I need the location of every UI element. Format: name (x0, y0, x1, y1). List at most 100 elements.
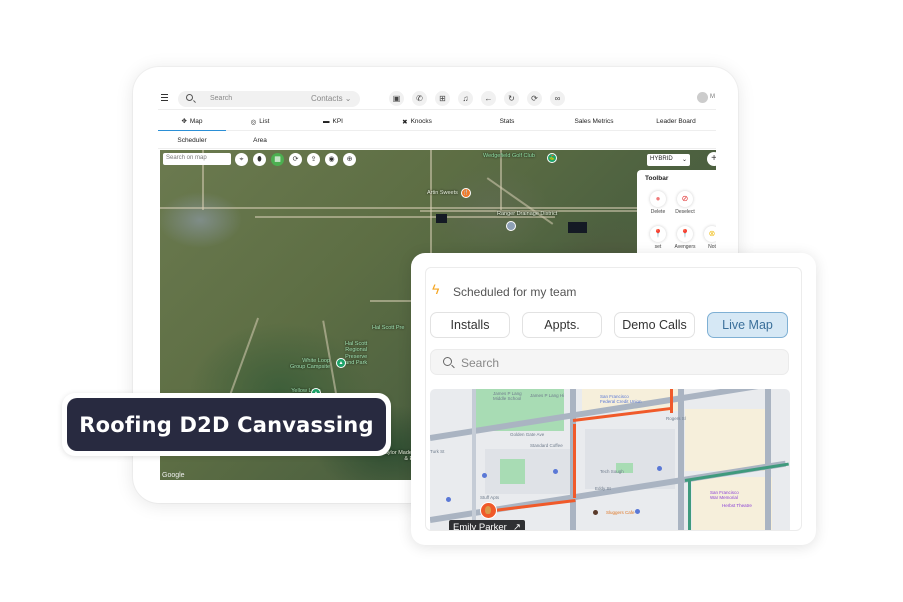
tab-label: Stats (499, 118, 515, 125)
scheduler-panel: ϟ Scheduled for my team Installs Appts. … (425, 267, 802, 531)
map-label: Rogers Sl (666, 416, 686, 421)
golf-poi-icon[interactable]: ⛳ (547, 153, 557, 163)
map-label: Eddy St (595, 486, 611, 491)
user-avatar[interactable] (697, 92, 708, 103)
map-label-white-loop: White Loop Group Campsite (290, 358, 331, 371)
bell-icon[interactable]: ♫ (458, 91, 473, 106)
map-label-golf-club: Wedgefield Golf Club (483, 153, 535, 159)
arrow-left-icon[interactable]: ← (481, 91, 496, 106)
map-type-value: HYBRID (650, 156, 673, 162)
button-label: Delete (650, 209, 666, 215)
set-pin-button[interactable]: 📍 set (647, 226, 669, 250)
subtab-scheduler[interactable]: Scheduler (158, 132, 226, 149)
chip-live-map[interactable]: Live Map (707, 312, 788, 338)
tab-kpi[interactable]: ▬ KPI (294, 112, 372, 131)
deselect-button[interactable]: ⊘ Deselect (674, 191, 696, 215)
button-label: Avengers (674, 244, 696, 250)
button-label: Deselect (675, 209, 695, 215)
external-link-icon[interactable]: ↗ (513, 522, 521, 530)
map-layers-icon[interactable]: ▦ (271, 153, 284, 166)
toolbar-title: Toolbar (645, 175, 669, 182)
district-poi-icon[interactable] (506, 221, 516, 231)
user-initial: M (710, 94, 715, 100)
tab-label: KPI (332, 118, 343, 125)
street (765, 389, 771, 530)
map-label: James P Lang Hi (530, 393, 565, 398)
avengers-pin-button[interactable]: 📍 Avengers (674, 226, 696, 250)
road (160, 207, 716, 209)
transit-dot-icon (446, 497, 451, 502)
upload-icon[interactable]: ⇪ (307, 153, 320, 166)
tab-label: List (259, 118, 270, 125)
search-placeholder: Search (461, 356, 500, 370)
chip-demo-calls[interactable]: Demo Calls (614, 312, 695, 338)
transit-dot-icon (657, 466, 662, 471)
knocks-tab-icon: ✖ (402, 118, 408, 126)
tab-stats[interactable]: Stats (462, 112, 552, 131)
main-tabs: ✥ Map ◎ List ▬ KPI ✖ Knocks Stats Sales … (158, 112, 716, 131)
cafe-poi-icon[interactable] (593, 510, 598, 515)
live-street-map[interactable]: James P Lang Middle School James P Lang … (430, 389, 790, 531)
top-bar: Search Contacts ⌄ ▣ ✆ ⊞ ♫ ← ↻ ⟳ ∞ M (158, 88, 716, 110)
rep-name-tag[interactable]: Emily Parker ↗ (449, 520, 525, 531)
list-tab-icon: ◎ (250, 118, 257, 126)
tab-map[interactable]: ✥ Map (158, 112, 226, 131)
restaurant-poi-icon[interactable]: 🍴 (461, 188, 471, 198)
tab-leader-board[interactable]: Leader Board (636, 112, 716, 131)
search-scope-dropdown[interactable]: Contacts ⌄ (311, 94, 352, 103)
delete-button[interactable]: ● Delete (647, 191, 669, 215)
map-label-hal-scott-1: Hal Scott Pre (372, 325, 405, 331)
global-search-input[interactable]: Search Contacts ⌄ (178, 91, 360, 107)
map-label-ranger-district: Ranger Drainage District (497, 211, 558, 217)
google-logo: Google (162, 472, 185, 479)
refresh-pin-icon[interactable]: ↻ (504, 91, 519, 106)
button-label: Not (708, 244, 716, 250)
scheduler-search-input[interactable]: Search (430, 349, 789, 375)
pond (568, 222, 587, 233)
city-block (485, 449, 575, 494)
map-label: Tech Sough (600, 469, 624, 474)
glasses-icon[interactable]: ∞ (550, 91, 565, 106)
tab-label: Map (189, 117, 203, 125)
subtab-area[interactable]: Area (226, 132, 294, 149)
refresh-icon[interactable]: ⟳ (289, 153, 302, 166)
map-label: Standard Coffee (530, 443, 563, 448)
menu-icon[interactable] (161, 94, 168, 101)
tab-sales-metrics[interactable]: Sales Metrics (552, 112, 636, 131)
eye-icon[interactable]: ◉ (325, 153, 338, 166)
map-label: Sluggers Cafe (606, 510, 635, 515)
pond (436, 214, 447, 223)
phone-icon[interactable]: ✆ (412, 91, 427, 106)
zoom-in-button[interactable]: + (707, 152, 716, 166)
rep-name: Emily Parker (453, 522, 507, 531)
tab-list[interactable]: ◎ List (226, 112, 294, 131)
tab-knocks[interactable]: ✖ Knocks (372, 112, 462, 131)
locate-icon[interactable]: ⌖ (235, 153, 248, 166)
rep-avatar-marker[interactable] (480, 502, 497, 519)
not-home-button[interactable]: ⊗ Not (701, 226, 716, 250)
lightning-icon: ϟ (432, 281, 440, 297)
map-pin-icon: 📍 (650, 226, 666, 242)
delete-icon: ● (650, 191, 666, 207)
street (472, 389, 476, 530)
map-pin-icon: 📍 (677, 226, 693, 242)
plus-square-icon[interactable]: ⊞ (435, 91, 450, 106)
route-segment (573, 424, 576, 498)
map-label: San Francisco War Memorial (710, 490, 739, 500)
sync-icon[interactable]: ⟳ (527, 91, 542, 106)
chevron-down-icon: ⌄ (681, 157, 687, 163)
search-placeholder: Search (210, 95, 233, 102)
pin-icon[interactable]: ⬮ (253, 153, 266, 166)
feature-badge: Roofing D2D Canvassing (62, 393, 391, 456)
map-label: James P Lang Middle School (493, 391, 522, 401)
globe-icon[interactable]: ⊕ (343, 153, 356, 166)
message-icon[interactable]: ▣ (389, 91, 404, 106)
map-type-select[interactable]: HYBRID ⌄ (647, 154, 690, 166)
map-tool-group: ⌖ ⬮ ▦ ⟳ ⇪ ◉ ⊕ (235, 153, 356, 166)
chip-installs[interactable]: Installs (430, 312, 510, 338)
map-search-input[interactable]: Search on map (163, 153, 231, 165)
transit-dot-icon (553, 469, 558, 474)
campsite-poi-icon[interactable]: ▲ (336, 358, 346, 368)
chip-appts[interactable]: Appts. (522, 312, 602, 338)
building-area (685, 409, 770, 471)
